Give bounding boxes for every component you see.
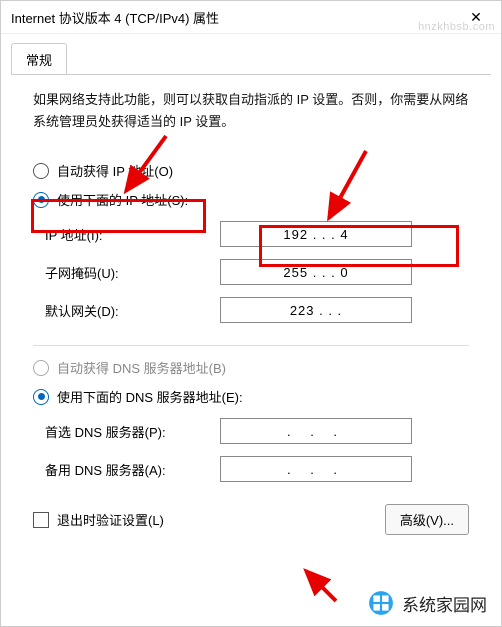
radio-dns-auto: 自动获得 DNS 服务器地址(B) [33,358,469,377]
label-alternate-dns: 备用 DNS 服务器(A): [33,460,220,479]
logo-icon [368,590,394,616]
description-text: 如果网络支持此功能，则可以获取自动指派的 IP 设置。否则，你需要从网络系统管理… [33,89,469,133]
row-ip-address: IP 地址(I): 192 . . . 4 [33,221,469,247]
input-default-gateway[interactable]: 223 . . . [220,297,412,323]
radio-dns-manual[interactable]: 使用下面的 DNS 服务器地址(E): [33,387,469,406]
input-ip-address[interactable]: 192 . . . 4 [220,221,412,247]
input-preferred-dns[interactable]: . . . [220,418,412,444]
radio-ip-auto-label: 自动获得 IP 地址(O) [57,161,173,180]
label-validate-on-exit: 退出时验证设置(L) [57,510,164,529]
radio-icon [33,360,49,376]
radio-ip-manual-label: 使用下面的 IP 地址(S): [57,190,188,209]
radio-icon [33,389,49,405]
advanced-button[interactable]: 高级(V)... [385,504,469,535]
row-alternate-dns: 备用 DNS 服务器(A): . . . [33,456,469,482]
tab-general[interactable]: 常规 [11,43,67,75]
radio-dns-manual-label: 使用下面的 DNS 服务器地址(E): [57,387,243,406]
radio-dns-auto-label: 自动获得 DNS 服务器地址(B) [57,358,226,377]
radio-icon [33,192,49,208]
annotation-arrow [301,566,351,609]
row-preferred-dns: 首选 DNS 服务器(P): . . . [33,418,469,444]
window-title: Internet 协议版本 4 (TCP/IPv4) 属性 [11,8,461,27]
radio-ip-manual[interactable]: 使用下面的 IP 地址(S): [33,190,469,209]
input-alternate-dns[interactable]: . . . [220,456,412,482]
branding-footer: 系统家园网 [368,590,487,616]
label-subnet-mask: 子网掩码(U): [33,263,220,282]
checkbox-validate-on-exit[interactable] [33,512,49,528]
tab-strip: 常规 [1,34,501,74]
divider [33,345,469,346]
ip-group: 自动获得 IP 地址(O) 使用下面的 IP 地址(S): IP 地址(I): … [33,161,469,323]
input-subnet-mask[interactable]: 255 . . . 0 [220,259,412,285]
radio-icon [33,163,49,179]
radio-ip-auto[interactable]: 自动获得 IP 地址(O) [33,161,469,180]
content-area: 如果网络支持此功能，则可以获取自动指派的 IP 设置。否则，你需要从网络系统管理… [11,74,491,545]
label-ip-address: IP 地址(I): [33,225,220,244]
branding-site-name: 系统家园网 [402,591,487,616]
dns-group: 自动获得 DNS 服务器地址(B) 使用下面的 DNS 服务器地址(E): 首选… [33,358,469,482]
row-default-gateway: 默认网关(D): 223 . . . [33,297,469,323]
bottom-row: 退出时验证设置(L) 高级(V)... [33,504,469,535]
label-preferred-dns: 首选 DNS 服务器(P): [33,422,220,441]
label-default-gateway: 默认网关(D): [33,301,220,320]
properties-dialog: Internet 协议版本 4 (TCP/IPv4) 属性 ✕ 常规 如果网络支… [0,0,502,627]
row-subnet-mask: 子网掩码(U): 255 . . . 0 [33,259,469,285]
watermark-text: hnzkhbsb.com [418,21,495,33]
